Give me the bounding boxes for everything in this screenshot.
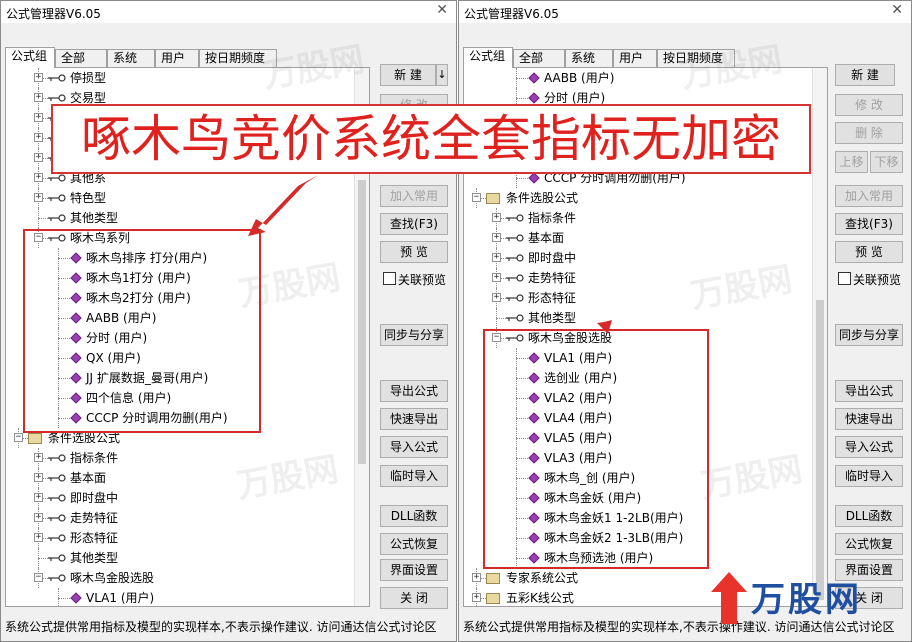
logo-arrow-icon — [711, 572, 747, 624]
arrow-to-series — [248, 175, 318, 236]
site-logo: 万股网 — [707, 568, 877, 628]
arrow-to-stock-picking — [572, 175, 612, 334]
annotation-arrows — [248, 175, 612, 334]
banner-text: 啄木鸟竞价系统全套指标无加密 — [81, 110, 781, 168]
logo-text: 万股网 — [751, 580, 862, 620]
screenshot-root: 公式管理器V6.05 ✕ 公式组 全部 系统 用户 按日期频度 + 停损型 + 交易型… — [0, 0, 912, 642]
promo-banner: 啄木鸟竞价系统全套指标无加密 — [51, 104, 811, 174]
